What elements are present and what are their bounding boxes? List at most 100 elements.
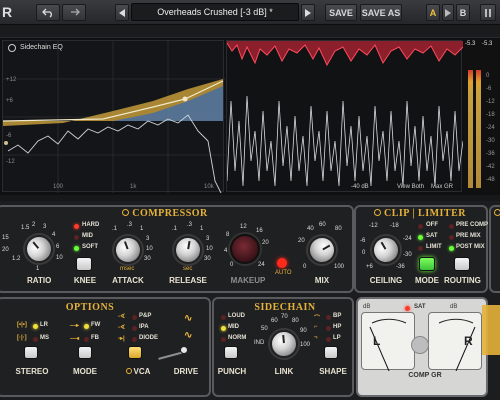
stereo-ms-option[interactable]: MS [40,335,49,341]
meter-scale: 0 -6 -12 -18 -24 -30 -36 -42 -48 [486,73,495,183]
vca-button[interactable] [128,346,142,359]
punch-button[interactable] [224,346,238,359]
mode-sat-led [418,235,423,240]
gain-reduction-display[interactable]: -40 dB View Both Max GR [226,40,463,192]
stereo-button[interactable] [24,346,38,359]
prev-icon [119,8,125,17]
attack-tick: .3 [127,222,133,228]
punch-loud-led [221,315,226,320]
release-tick: .1 [172,226,178,232]
eq-title: Sidechain EQ [20,44,63,51]
knee-hard-option[interactable]: HARD [82,222,99,228]
routing-label: ROUTING [444,276,481,285]
power-icon[interactable] [494,209,500,216]
routing-button[interactable] [454,257,470,271]
punch-norm-led [221,337,226,342]
max-gr-label[interactable]: Max GR [431,184,453,190]
view-label[interactable]: View Both [397,184,424,190]
power-icon[interactable] [122,209,130,216]
mode-button[interactable] [419,257,435,271]
eq-freq-label: 10k [204,184,214,190]
punch-mid-option[interactable]: MID [228,324,239,330]
db-range-label[interactable]: -40 dB [351,184,369,190]
menu-button[interactable] [480,4,496,21]
route-post-mix-option[interactable]: POST MIX [456,244,485,250]
makeup-tick: 16 [256,228,263,234]
sat-led [405,306,410,311]
drive-slider-handle[interactable] [180,346,188,354]
attack-tick: 10 [146,246,153,252]
mix-tick: 0 [303,264,307,270]
power-icon[interactable] [374,209,381,216]
makeup-tick: 12 [240,224,247,230]
shape-label: SHAPE [319,367,347,376]
knee-button[interactable] [76,257,92,271]
eq-db-label: +12 [6,77,17,83]
ratio-tick: 10 [56,255,63,261]
punch-norm-option[interactable]: NORM [228,335,246,341]
mix-tick: 40 [307,226,314,232]
vca-ipa-option[interactable]: IPA [139,324,149,330]
shape-lp-option[interactable]: LP [333,335,341,341]
ab-a-button[interactable]: A [426,4,440,21]
knee-soft-option[interactable]: SOFT [82,244,98,250]
shape-button[interactable] [324,346,338,359]
shape-hp-option[interactable]: HP [333,324,341,330]
route-pre-mix-option[interactable]: PRE MIX [456,233,481,239]
redo-button[interactable] [62,4,86,21]
comp-gr-label: COMP GR [408,372,442,379]
vu-db-label: dB [363,304,371,310]
eq-db-label: -6 [6,133,12,139]
eq-db-label: -12 [6,159,15,165]
prev-preset-button[interactable] [115,4,129,21]
ceiling-tick: -18 [390,223,399,229]
sidechain-eq-panel[interactable]: Sidechain EQ +12 +6 -6 -12 100 1k 10k [2,40,225,193]
mode-off-option[interactable]: OFF [426,222,438,228]
knee-mid-option[interactable]: MID [82,233,93,239]
stereo-lr-option[interactable]: LR [40,322,48,328]
undo-button[interactable] [36,4,60,21]
ceiling-tick: -24 [403,236,412,242]
options-mode-button[interactable] [78,346,92,359]
copy-ab-button[interactable] [442,4,454,21]
release-unit: sec [183,266,193,272]
ratio-tick: 1 [36,266,40,272]
shape-bp-option[interactable]: BP [333,313,341,319]
next-preset-button[interactable] [301,4,315,21]
makeup-knob[interactable] [230,234,260,264]
mix-tick: 100 [334,264,345,270]
punch-loud-option[interactable]: LOUD [228,313,245,319]
brand-strip [482,305,500,355]
auto-makeup-button[interactable] [277,258,287,268]
ratio-tick: 3 [43,224,47,230]
preset-name-field[interactable]: Overheads Crushed [-3 dB] * [131,3,299,21]
route-pre-comp-option[interactable]: PRE COMP [456,222,488,228]
options-mode-label: MODE [73,367,97,376]
pp-icon: -∢ [118,314,126,320]
ratio-tick: 6 [56,244,60,250]
mode-sat-option[interactable]: SAT [426,233,438,239]
save-as-button[interactable]: SAVE AS [360,4,402,21]
redo-icon [71,8,80,15]
attack-tick: 1 [140,226,144,232]
vca-pp-option[interactable]: P&P [139,313,151,319]
waveform-graph [227,41,463,187]
ab-b-button[interactable]: B [456,4,470,21]
attack-label: ATTACK [112,276,144,285]
mode-fb-option[interactable]: FB [91,335,99,341]
meter-bar-right [476,70,481,188]
arrow-right-icon [445,8,451,17]
link-tick: 90 [300,328,307,334]
power-icon[interactable] [125,368,132,374]
eq-db-label: +6 [6,98,13,104]
attack-unit: msec [120,266,135,272]
mode-fw-option[interactable]: FW [91,322,100,328]
eq-power-icon[interactable] [8,44,16,52]
vu-meter-left [361,312,415,372]
attack-tick: 30 [144,256,151,262]
mode-off-led [418,224,423,229]
mode-limit-option[interactable]: LIMIT [426,244,442,250]
vca-diode-option[interactable]: DIODE [139,335,158,341]
route-pre-comp-led [449,224,454,229]
save-button[interactable]: SAVE [325,4,357,21]
